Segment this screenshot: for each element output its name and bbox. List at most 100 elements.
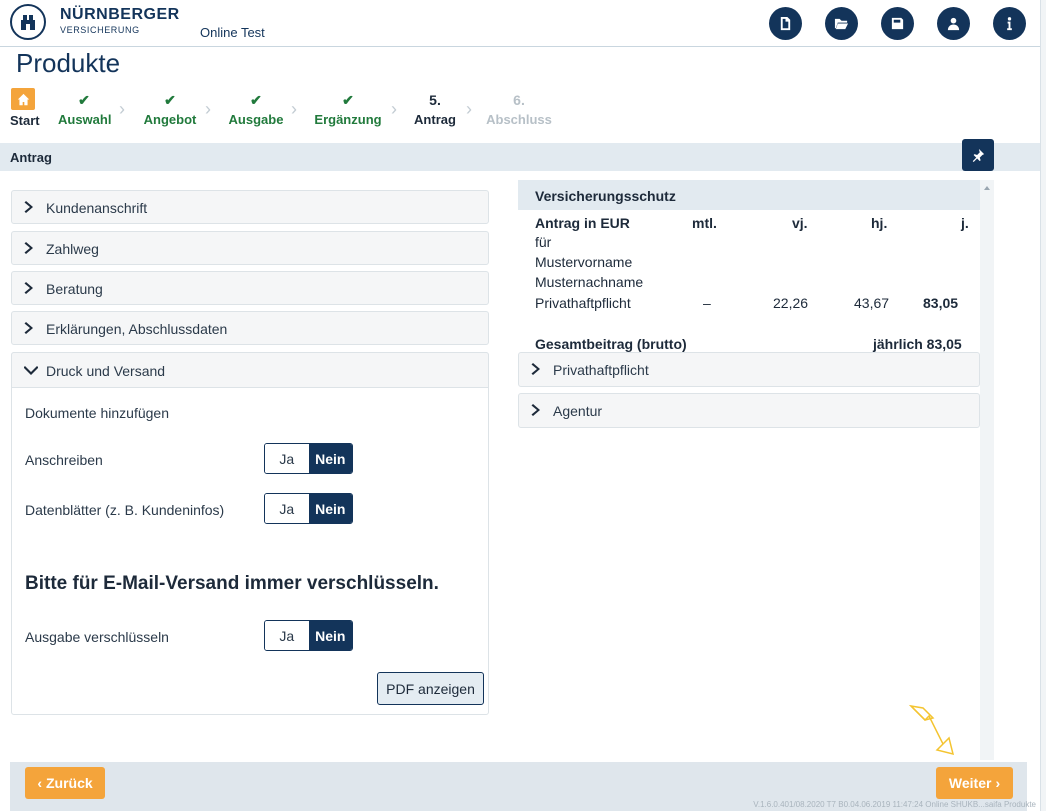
home-icon bbox=[17, 93, 29, 105]
step-label: Angebot bbox=[143, 112, 197, 127]
versicherungsschutz-title: Versicherungsschutz bbox=[535, 188, 676, 204]
new-document-button[interactable] bbox=[769, 7, 802, 40]
chevron-right-icon bbox=[531, 403, 543, 417]
page-title: Produkte bbox=[16, 48, 121, 78]
nein-option[interactable]: Nein bbox=[308, 621, 352, 650]
castle-logo-icon bbox=[21, 15, 35, 30]
step-ergaenzung[interactable]: ✔ Ergänzung bbox=[312, 92, 384, 127]
chevron-right-icon bbox=[24, 321, 36, 335]
step-label: Ausgabe bbox=[228, 112, 284, 127]
check-icon: ✔ bbox=[164, 92, 176, 108]
chevron-right-icon: › bbox=[119, 99, 125, 119]
step-number: 5. bbox=[429, 92, 441, 108]
nuernberger-logo bbox=[10, 4, 46, 40]
info-icon bbox=[1007, 17, 1012, 31]
encrypt-heading: Bitte für E-Mail-Versand immer verschlüs… bbox=[25, 573, 439, 594]
col-hj: hj. bbox=[871, 215, 888, 231]
pin-icon bbox=[972, 148, 985, 162]
total-label: Gesamtbeitrag (brutto) bbox=[535, 336, 687, 352]
accordion-label: Zahlweg bbox=[46, 241, 99, 257]
chevron-right-icon bbox=[531, 362, 543, 376]
accordion-label: Kundenanschrift bbox=[46, 200, 148, 216]
accordion-zahlweg[interactable]: Zahlweg bbox=[11, 231, 489, 265]
accordion-agentur[interactable]: Agentur bbox=[518, 393, 980, 428]
accordion-label: Beratung bbox=[46, 281, 103, 297]
pin-button[interactable] bbox=[962, 139, 994, 171]
open-button[interactable] bbox=[825, 7, 858, 40]
zurueck-button[interactable]: ‹ Zurück bbox=[25, 767, 105, 799]
app-name: Online Test bbox=[200, 25, 265, 40]
chevron-right-icon bbox=[24, 200, 36, 214]
chevron-right-icon: › bbox=[995, 775, 1001, 791]
row-label: Privathaftpflicht bbox=[535, 295, 631, 311]
accordion-beratung[interactable]: Beratung bbox=[11, 271, 489, 305]
section-title: Antrag bbox=[10, 150, 52, 165]
accordion-label: Privathaftpflicht bbox=[553, 362, 649, 378]
anschreiben-toggle: Ja Nein bbox=[264, 443, 353, 474]
nein-option[interactable]: Nein bbox=[308, 494, 352, 523]
ja-option[interactable]: Ja bbox=[265, 621, 309, 650]
step-abschluss: 6. Abschluss bbox=[486, 92, 552, 127]
chevron-right-icon: › bbox=[291, 99, 297, 119]
accordion-erklaerungen[interactable]: Erklärungen, Abschlussdaten bbox=[11, 311, 489, 345]
user-icon bbox=[947, 17, 960, 31]
panel-scrollbar[interactable] bbox=[980, 180, 994, 760]
versicherungsschutz-header: Versicherungsschutz bbox=[518, 180, 980, 210]
accordion-label: Agentur bbox=[553, 403, 603, 419]
step-auswahl[interactable]: ✔ Auswahl bbox=[58, 92, 112, 127]
accordion-label: Druck und Versand bbox=[46, 363, 166, 379]
step-label: Start bbox=[10, 113, 40, 128]
step-start[interactable]: Start bbox=[10, 113, 40, 128]
chevron-right-icon: › bbox=[466, 99, 472, 119]
zurueck-label: Zurück bbox=[45, 775, 93, 791]
step-number: 6. bbox=[513, 92, 525, 108]
row-j: 83,05 bbox=[923, 295, 959, 311]
chevron-right-icon: › bbox=[391, 99, 397, 119]
col-mtl: mtl. bbox=[692, 215, 717, 231]
col-j: j. bbox=[961, 215, 969, 231]
chevron-down-icon bbox=[23, 364, 39, 379]
accordion-label: Erklärungen, Abschlussdaten bbox=[46, 321, 228, 337]
section-bar: Antrag bbox=[0, 143, 1040, 171]
step-angebot[interactable]: ✔ Angebot bbox=[143, 92, 197, 127]
weiter-button[interactable]: Weiter › bbox=[936, 767, 1013, 799]
col-vj: vj. bbox=[792, 215, 808, 231]
hint-arrow-icon bbox=[908, 704, 955, 756]
pdf-anzeigen-button[interactable]: PDF anzeigen bbox=[377, 672, 484, 705]
documents-label: Dokumente hinzufügen bbox=[25, 405, 169, 421]
step-start-home-button[interactable] bbox=[11, 88, 35, 110]
accordion-druck-und-versand[interactable]: Druck und Versand bbox=[11, 352, 489, 388]
row-vj: 22,26 bbox=[773, 295, 809, 311]
nachname: Musternachname bbox=[535, 274, 644, 290]
open-folder-icon bbox=[834, 18, 849, 30]
user-button[interactable] bbox=[937, 7, 970, 40]
fuer-label: für bbox=[535, 234, 552, 250]
info-button[interactable] bbox=[993, 7, 1026, 40]
step-label: Antrag bbox=[414, 112, 456, 127]
brand-subtitle: VERSICHERUNG bbox=[60, 25, 140, 35]
check-icon: ✔ bbox=[250, 92, 262, 108]
check-icon: ✔ bbox=[342, 92, 354, 108]
scroll-up-icon bbox=[984, 186, 990, 190]
encrypt-toggle: Ja Nein bbox=[264, 620, 353, 651]
datenblaetter-toggle: Ja Nein bbox=[264, 493, 353, 524]
step-label: Auswahl bbox=[58, 112, 112, 127]
check-icon: ✔ bbox=[78, 92, 90, 108]
new-document-icon bbox=[780, 16, 791, 31]
total-value: jährlich 83,05 bbox=[873, 336, 962, 352]
save-button[interactable] bbox=[881, 7, 914, 40]
nein-option[interactable]: Nein bbox=[308, 444, 352, 473]
step-antrag[interactable]: 5. Antrag bbox=[412, 92, 458, 127]
weiter-label: Weiter bbox=[948, 775, 992, 791]
window-scrollbar[interactable] bbox=[1040, 0, 1046, 811]
chevron-left-icon: ‹ bbox=[37, 775, 42, 791]
accordion-privathaftpflicht[interactable]: Privathaftpflicht bbox=[518, 352, 980, 387]
ja-option[interactable]: Ja bbox=[265, 444, 309, 473]
row-hj: 43,67 bbox=[854, 295, 890, 311]
datenblaetter-label: Datenblätter (z. B. Kundeninfos) bbox=[25, 502, 225, 518]
ja-option[interactable]: Ja bbox=[265, 494, 309, 523]
brand-name: NÜRNBERGER bbox=[60, 6, 180, 23]
step-ausgabe[interactable]: ✔ Ausgabe bbox=[228, 92, 284, 127]
accordion-kundenanschrift[interactable]: Kundenanschrift bbox=[11, 190, 489, 224]
chevron-right-icon: › bbox=[205, 99, 211, 119]
